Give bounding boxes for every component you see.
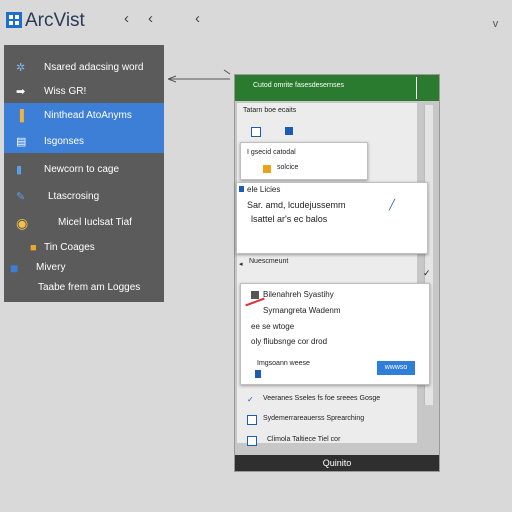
arrow-icon: ➡ bbox=[16, 86, 26, 98]
card-line: solcice bbox=[277, 164, 299, 171]
section-label: Tatarn boe ecaits bbox=[243, 107, 297, 114]
back-chevron-icon[interactable]: ‹ bbox=[124, 10, 129, 27]
app-title: ArcVist bbox=[25, 10, 85, 31]
list-item[interactable]: Sydemerrareauerss Sprearching bbox=[263, 415, 364, 422]
card-line: ee se wtoge bbox=[251, 322, 295, 331]
card-line: ele Licies bbox=[247, 185, 281, 194]
list-icon bbox=[251, 291, 259, 299]
popup-action-button[interactable]: wwwso bbox=[377, 361, 415, 375]
list-item[interactable]: Veeranes Sseles fs foe sreees Gosge bbox=[263, 395, 380, 402]
back-chevron-icon[interactable]: ‹ bbox=[148, 10, 153, 27]
sidebar-item-label: Tin Coages bbox=[44, 242, 95, 253]
panel-header-button[interactable] bbox=[416, 77, 433, 99]
card[interactable]: I gsecid catodal solcice bbox=[240, 142, 368, 180]
globe-icon: ◉ bbox=[16, 215, 29, 231]
panel-footer: Quinito bbox=[235, 455, 439, 471]
puzzle-icon: ✲ bbox=[16, 62, 26, 74]
sidebar-item-label: Taabe frem am Logges bbox=[38, 282, 141, 293]
sidebar-item-label: Newcorn to cage bbox=[44, 164, 120, 175]
panel-header: Cutod omrite fasesdesernses bbox=[235, 75, 439, 101]
sidebar-item-label: Ltascrosing bbox=[48, 191, 100, 202]
phone-icon bbox=[255, 370, 261, 378]
dialog-panel: Cutod omrite fasesdesernses Tatarn boe e… bbox=[234, 74, 440, 472]
back-chevron-icon[interactable]: ‹ bbox=[195, 10, 200, 27]
check-icon: ✓ bbox=[247, 395, 254, 404]
arrow-icon: ◂ bbox=[239, 261, 243, 268]
connector-arrow-icon bbox=[168, 69, 231, 83]
popup-card: Bilenahreh Syastihy Syrnangreta Wadenm e… bbox=[240, 283, 430, 385]
book-icon: ▐ bbox=[16, 110, 24, 122]
pen-icon: ✎ bbox=[16, 191, 26, 203]
sidebar-item[interactable]: ✲ Nsared adacsing word bbox=[4, 55, 164, 81]
bookmark-icon: ▮ bbox=[16, 164, 23, 176]
window-icon bbox=[247, 415, 257, 425]
sidebar-item[interactable]: ▮ Newcorn to cage bbox=[4, 157, 164, 183]
card-line: Syrnangreta Wadenm bbox=[263, 306, 341, 315]
sidebar-item-label: Nsared adacsing word bbox=[44, 62, 144, 73]
sidebar: ✲ Nsared adacsing word ➡ Wiss GR! ▐ Nint… bbox=[4, 45, 164, 302]
sidebar-item-label: Wiss GR! bbox=[44, 86, 87, 97]
card-line: lsattel ar's ec balos bbox=[251, 214, 328, 224]
card-line: Bilenahreh Syastihy bbox=[263, 290, 334, 299]
marker-icon bbox=[239, 186, 244, 192]
panel-title: Cutod omrite fasesdesernses bbox=[253, 82, 345, 89]
sidebar-item[interactable]: ▤ Isgonses bbox=[4, 131, 164, 153]
sidebar-item[interactable]: ◉ Micel Iuclsat Tiaf bbox=[4, 210, 164, 236]
list-item[interactable]: Climola Taltiece Tiel cor bbox=[267, 436, 340, 443]
sidebar-item-label: Isgonses bbox=[44, 136, 85, 147]
sidebar-item[interactable]: ✎ Ltascrosing bbox=[4, 184, 164, 210]
card-line: Imgsoann weese bbox=[257, 360, 310, 367]
section-label: Nuescmeunt bbox=[249, 258, 289, 265]
card-line: Sar. amd, lcudejussemm bbox=[247, 200, 346, 210]
corner-menu-icon[interactable]: ᵥ bbox=[493, 13, 498, 31]
sidebar-item-label: Ninthead AtoAnyms bbox=[44, 110, 132, 121]
blue-square-icon[interactable] bbox=[285, 127, 293, 135]
square-icon: ■ bbox=[10, 260, 19, 276]
list-icon: ▤ bbox=[16, 136, 27, 148]
window-icon bbox=[247, 436, 257, 446]
sidebar-item[interactable]: ▐ Ninthead AtoAnyms bbox=[4, 103, 164, 131]
card-line: oly fliubsnge cor drod bbox=[251, 337, 328, 346]
sidebar-item-label: Micel Iuclsat Tiaf bbox=[58, 217, 132, 228]
chevron-down-icon[interactable]: ✓ bbox=[423, 268, 431, 279]
footer-label: Quinito bbox=[322, 458, 352, 468]
card-line: I gsecid catodal bbox=[247, 149, 296, 156]
sidebar-item[interactable]: Taabe frem am Logges bbox=[4, 275, 164, 301]
folder-icon bbox=[263, 165, 271, 173]
edit-icon[interactable]: ╱ bbox=[389, 200, 395, 211]
folder-icon: ■ bbox=[30, 242, 37, 254]
sidebar-item-label: Mivery bbox=[36, 262, 66, 273]
app-logo-icon bbox=[6, 12, 22, 28]
window-icon[interactable] bbox=[251, 127, 261, 137]
sidebar-item[interactable]: ➡ Wiss GR! bbox=[4, 79, 164, 105]
card[interactable]: ele Licies Sar. amd, lcudejussemm lsatte… bbox=[236, 182, 428, 254]
